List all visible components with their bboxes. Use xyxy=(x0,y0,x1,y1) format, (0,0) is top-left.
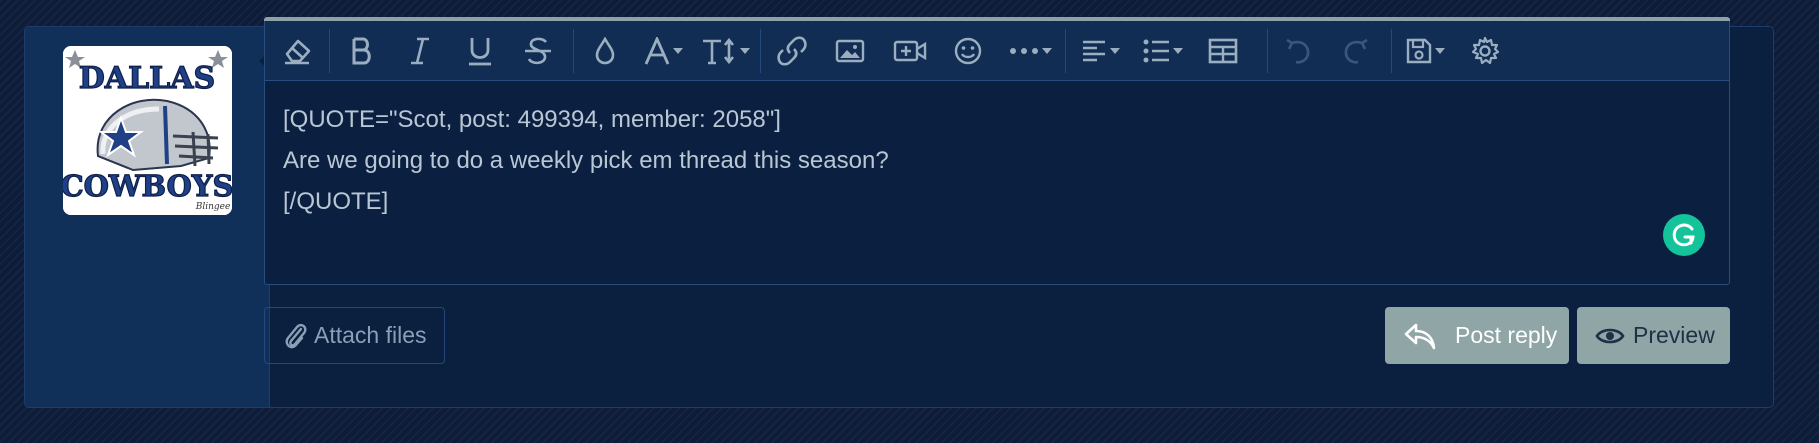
preview-button[interactable]: Preview xyxy=(1577,307,1730,364)
underline-icon[interactable] xyxy=(452,21,508,80)
text-color-icon[interactable] xyxy=(577,21,633,80)
link-icon[interactable] xyxy=(764,21,820,80)
editor-line: [QUOTE="Scot, post: 499394, member: 2058… xyxy=(283,106,781,133)
reply-icon xyxy=(1404,323,1436,349)
align-icon[interactable] xyxy=(1070,21,1130,80)
eye-icon xyxy=(1595,328,1625,343)
drafts-icon[interactable] xyxy=(1395,21,1455,80)
avatar-column: DALLAS COWBOYS Blingee xyxy=(25,27,270,407)
more-icon[interactable] xyxy=(998,21,1062,80)
rich-text-editor[interactable]: [QUOTE="Scot, post: 499394, member: 2058… xyxy=(264,17,1730,285)
svg-text:DALLAS: DALLAS xyxy=(79,61,215,96)
editor-line: [/QUOTE] xyxy=(283,188,389,215)
table-icon[interactable] xyxy=(1195,21,1251,80)
list-icon[interactable] xyxy=(1131,21,1193,80)
font-size-icon[interactable] xyxy=(693,21,757,80)
font-family-icon[interactable] xyxy=(635,21,691,80)
preview-label: Preview xyxy=(1633,322,1715,348)
svg-text:COWBOYS: COWBOYS xyxy=(63,169,232,203)
settings-icon[interactable] xyxy=(1457,21,1513,80)
eraser-icon[interactable] xyxy=(275,21,319,80)
bold-icon[interactable] xyxy=(333,21,389,80)
undo-icon[interactable] xyxy=(1270,21,1326,80)
editor-toolbar xyxy=(265,21,1729,81)
emoji-icon[interactable] xyxy=(940,21,996,80)
redo-icon[interactable] xyxy=(1328,21,1384,80)
italic-icon[interactable] xyxy=(392,21,448,80)
paperclip-icon xyxy=(285,323,307,348)
avatar[interactable]: DALLAS COWBOYS Blingee xyxy=(63,46,232,215)
post-reply-label: Post reply xyxy=(1455,322,1558,348)
grammarly-icon[interactable] xyxy=(1663,214,1705,256)
cowboys-logo: DALLAS COWBOYS Blingee xyxy=(63,46,232,215)
image-icon[interactable] xyxy=(822,21,878,80)
media-icon[interactable] xyxy=(880,21,940,80)
attach-files-label: Attach files xyxy=(314,322,427,348)
editor-line: Are we going to do a weekly pick em thre… xyxy=(283,147,889,174)
strikethrough-icon[interactable] xyxy=(510,21,566,80)
message-textarea[interactable]: [QUOTE="Scot, post: 499394, member: 2058… xyxy=(265,81,1729,284)
svg-text:Blingee: Blingee xyxy=(195,202,231,212)
attach-files-button[interactable]: Attach files xyxy=(264,307,445,364)
post-reply-button[interactable]: Post reply xyxy=(1385,307,1569,364)
